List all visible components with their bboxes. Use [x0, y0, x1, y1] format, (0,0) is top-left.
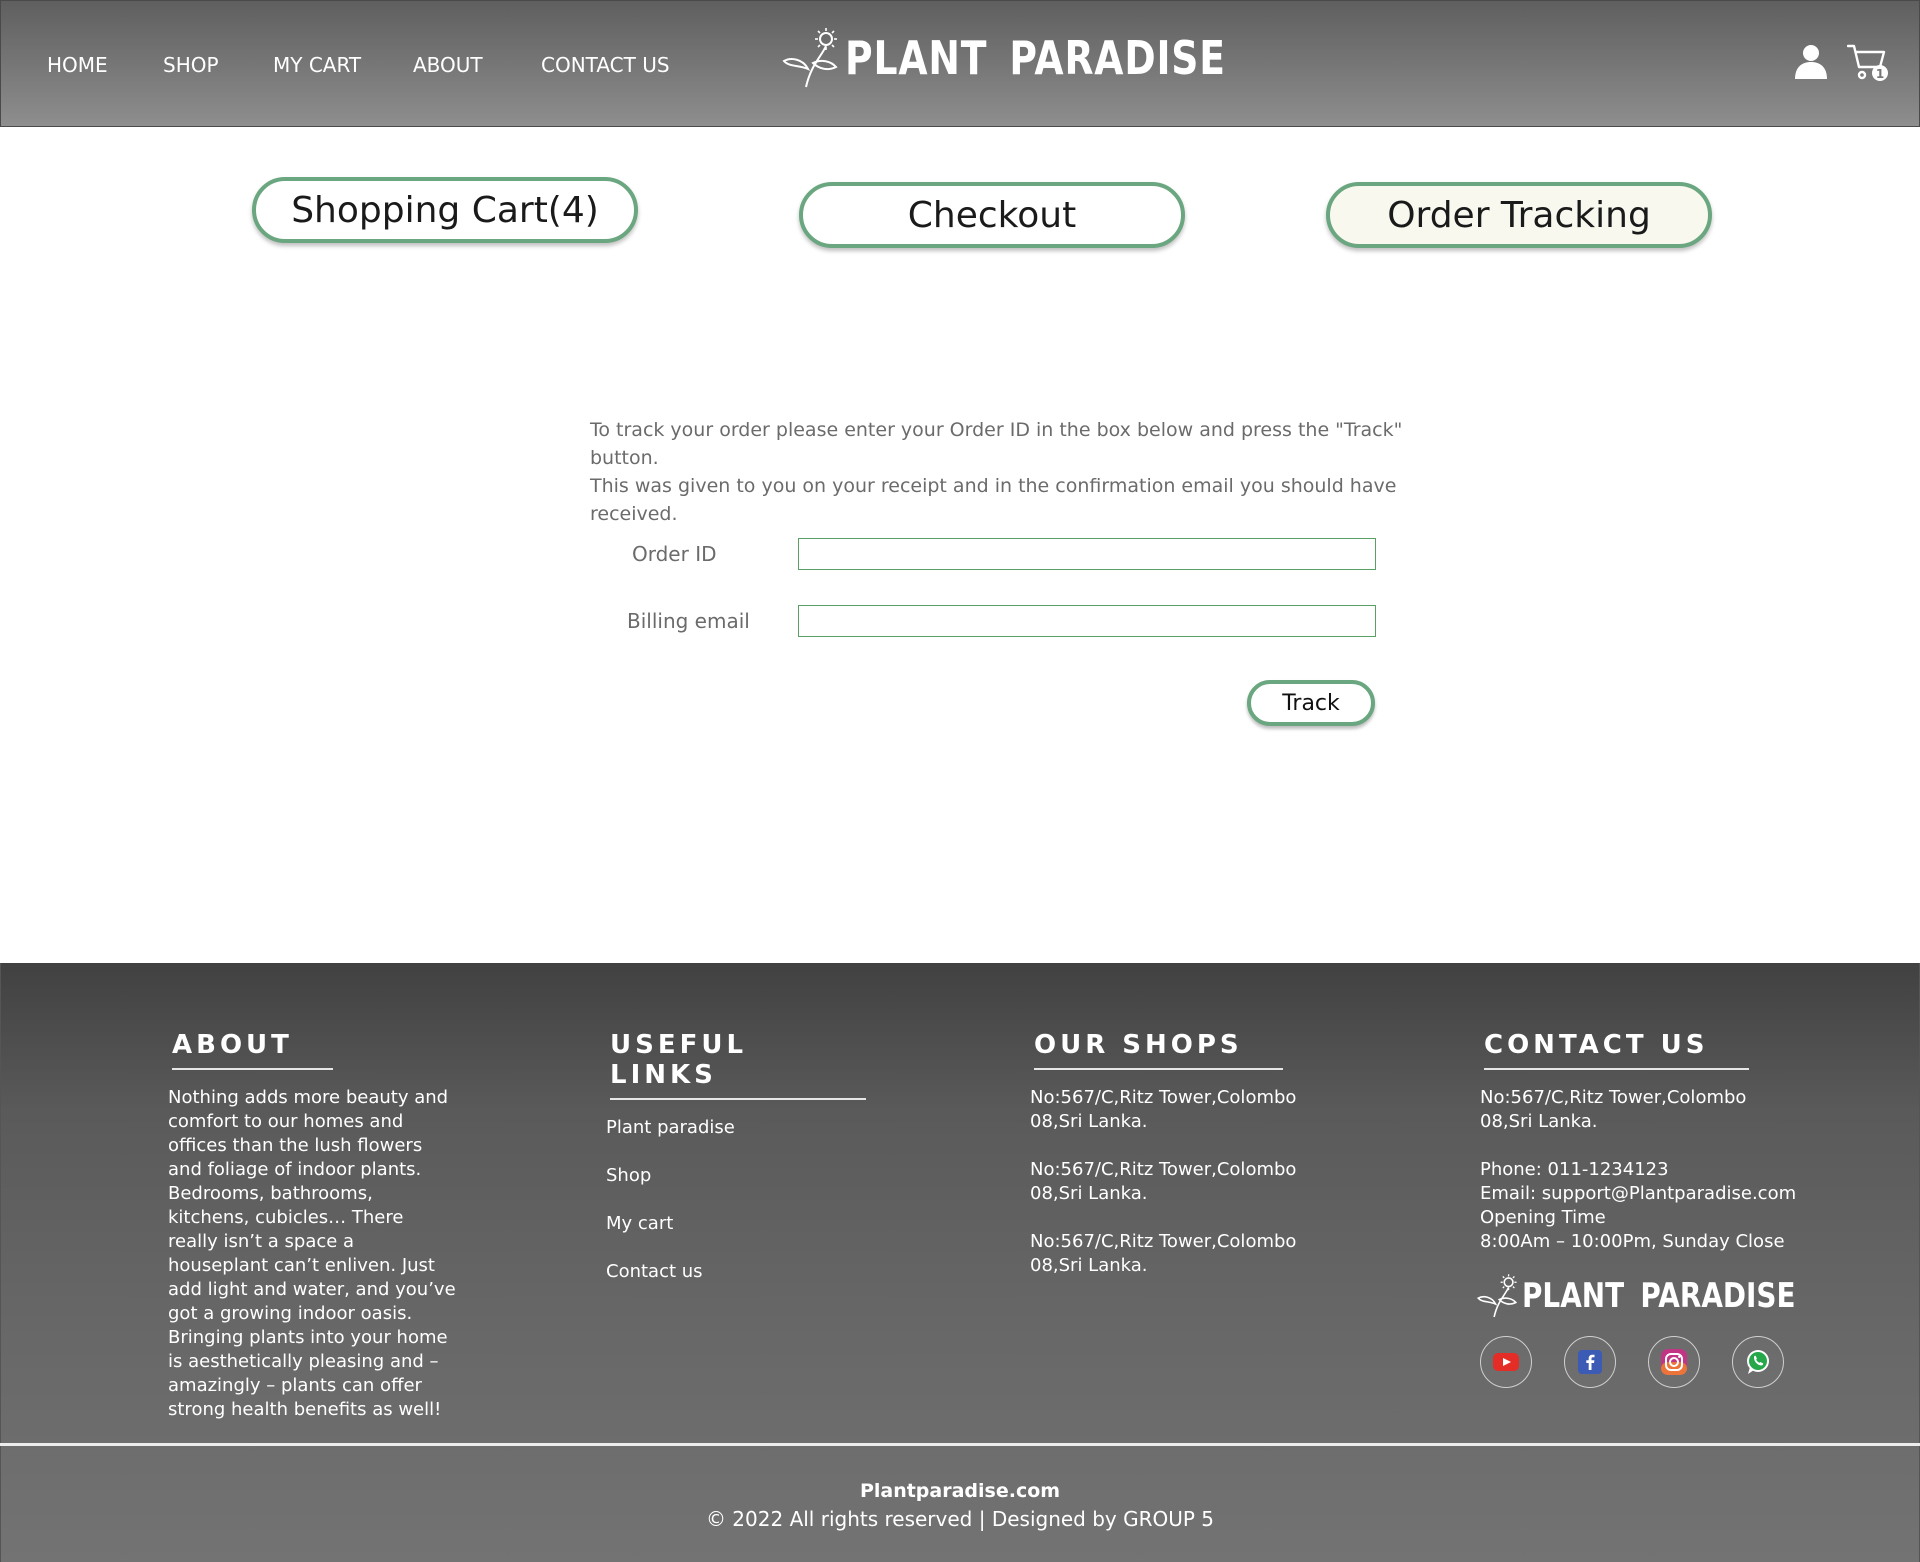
footer-about-title: ABOUT [172, 1030, 333, 1070]
nav-about-link[interactable]: ABOUT [413, 53, 483, 77]
footer-link-my-cart[interactable]: My cart [606, 1212, 866, 1236]
footer-shops-title: OUR SHOPS [1034, 1030, 1283, 1070]
instructions-line-1: To track your order please enter your Or… [590, 419, 1403, 469]
shopping-cart-step-button[interactable]: Shopping Cart(4) [252, 177, 638, 243]
nav-shop-link[interactable]: SHOP [163, 53, 219, 77]
shop-address: No:567/C,Ritz Tower,Colombo 08,Sri Lanka… [1030, 1087, 1297, 1132]
cart-count-badge: 1 [1876, 67, 1884, 81]
nav-home-link[interactable]: HOME [47, 53, 108, 77]
instagram-icon [1661, 1349, 1687, 1375]
tracking-instructions: To track your order please enter your Or… [590, 416, 1450, 528]
instructions-line-2: This was given to you on your receipt an… [590, 475, 1397, 525]
order-id-input[interactable] [798, 538, 1376, 570]
footer-links-list: Plant paradise Shop My cart Contact us [606, 1116, 866, 1284]
footer-links-section: USEFUL LINKS Plant paradise Shop My cart… [606, 1030, 866, 1308]
flower-logo-icon [782, 28, 838, 88]
billing-email-label: Billing email [627, 609, 750, 633]
contact-hours: 8:00Am – 10:00Pm, Sunday Close [1480, 1231, 1785, 1252]
billing-email-input[interactable] [798, 605, 1376, 637]
contact-phone: Phone: 011-1234123 [1480, 1159, 1669, 1180]
instagram-link[interactable] [1648, 1336, 1700, 1388]
flower-logo-icon [1476, 1274, 1518, 1318]
footer-brand-name: PLANT PARADISE [1522, 1276, 1796, 1316]
social-links [1480, 1336, 1816, 1388]
footer-about-section: ABOUT Nothing adds more beauty and comfo… [168, 1030, 458, 1422]
contact-address: No:567/C,Ritz Tower,Colombo 08,Sri Lanka… [1480, 1087, 1747, 1132]
nav-contact-link[interactable]: CONTACT US [541, 53, 670, 77]
copyright-text: © 2022 All rights reserved | Designed by… [705, 1507, 1215, 1531]
facebook-icon [1578, 1350, 1602, 1374]
footer-links-title: USEFUL LINKS [610, 1030, 866, 1100]
checkout-step-button[interactable]: Checkout [799, 182, 1185, 248]
youtube-link[interactable] [1480, 1336, 1532, 1388]
user-account-icon[interactable] [1793, 43, 1829, 79]
contact-opening-label: Opening Time [1480, 1207, 1606, 1228]
footer-brand-logo: PLANT PARADISE [1476, 1272, 1856, 1320]
footer-contact-section: CONTACT US No:567/C,Ritz Tower,Colombo 0… [1480, 1030, 1800, 1254]
shop-address: No:567/C,Ritz Tower,Colombo 08,Sri Lanka… [1030, 1231, 1297, 1276]
brand-name: PLANT PARADISE [845, 31, 1226, 85]
nav-my-cart-link[interactable]: MY CART [273, 53, 361, 77]
order-tracking-step-button[interactable]: Order Tracking [1326, 182, 1712, 248]
youtube-icon [1493, 1353, 1519, 1371]
shop-address: No:567/C,Ritz Tower,Colombo 08,Sri Lanka… [1030, 1159, 1297, 1204]
footer-link-shop[interactable]: Shop [606, 1164, 866, 1188]
cart-icon[interactable]: 1 [1847, 43, 1889, 83]
footer-link-contact-us[interactable]: Contact us [606, 1260, 866, 1284]
footer-divider [0, 1443, 1920, 1446]
footer-about-text: Nothing adds more beauty and comfort to … [168, 1087, 456, 1420]
whatsapp-icon [1747, 1350, 1769, 1374]
order-id-label: Order ID [632, 542, 717, 566]
track-button[interactable]: Track [1247, 680, 1375, 726]
footer-shops-section: OUR SHOPS No:567/C,Ritz Tower,Colombo 08… [1030, 1030, 1340, 1302]
whatsapp-link[interactable] [1732, 1336, 1784, 1388]
contact-email: Email: support@Plantparadise.com [1480, 1183, 1797, 1204]
footer-contact-title: CONTACT US [1484, 1030, 1749, 1070]
footer-link-plant-paradise[interactable]: Plant paradise [606, 1116, 866, 1140]
footer-site-name: Plantparadise.com [859, 1480, 1061, 1502]
facebook-link[interactable] [1564, 1336, 1616, 1388]
brand-logo[interactable]: PLANT PARADISE [781, 23, 1309, 93]
site-header: HOME SHOP MY CART ABOUT CONTACT US PLANT… [0, 0, 1920, 127]
